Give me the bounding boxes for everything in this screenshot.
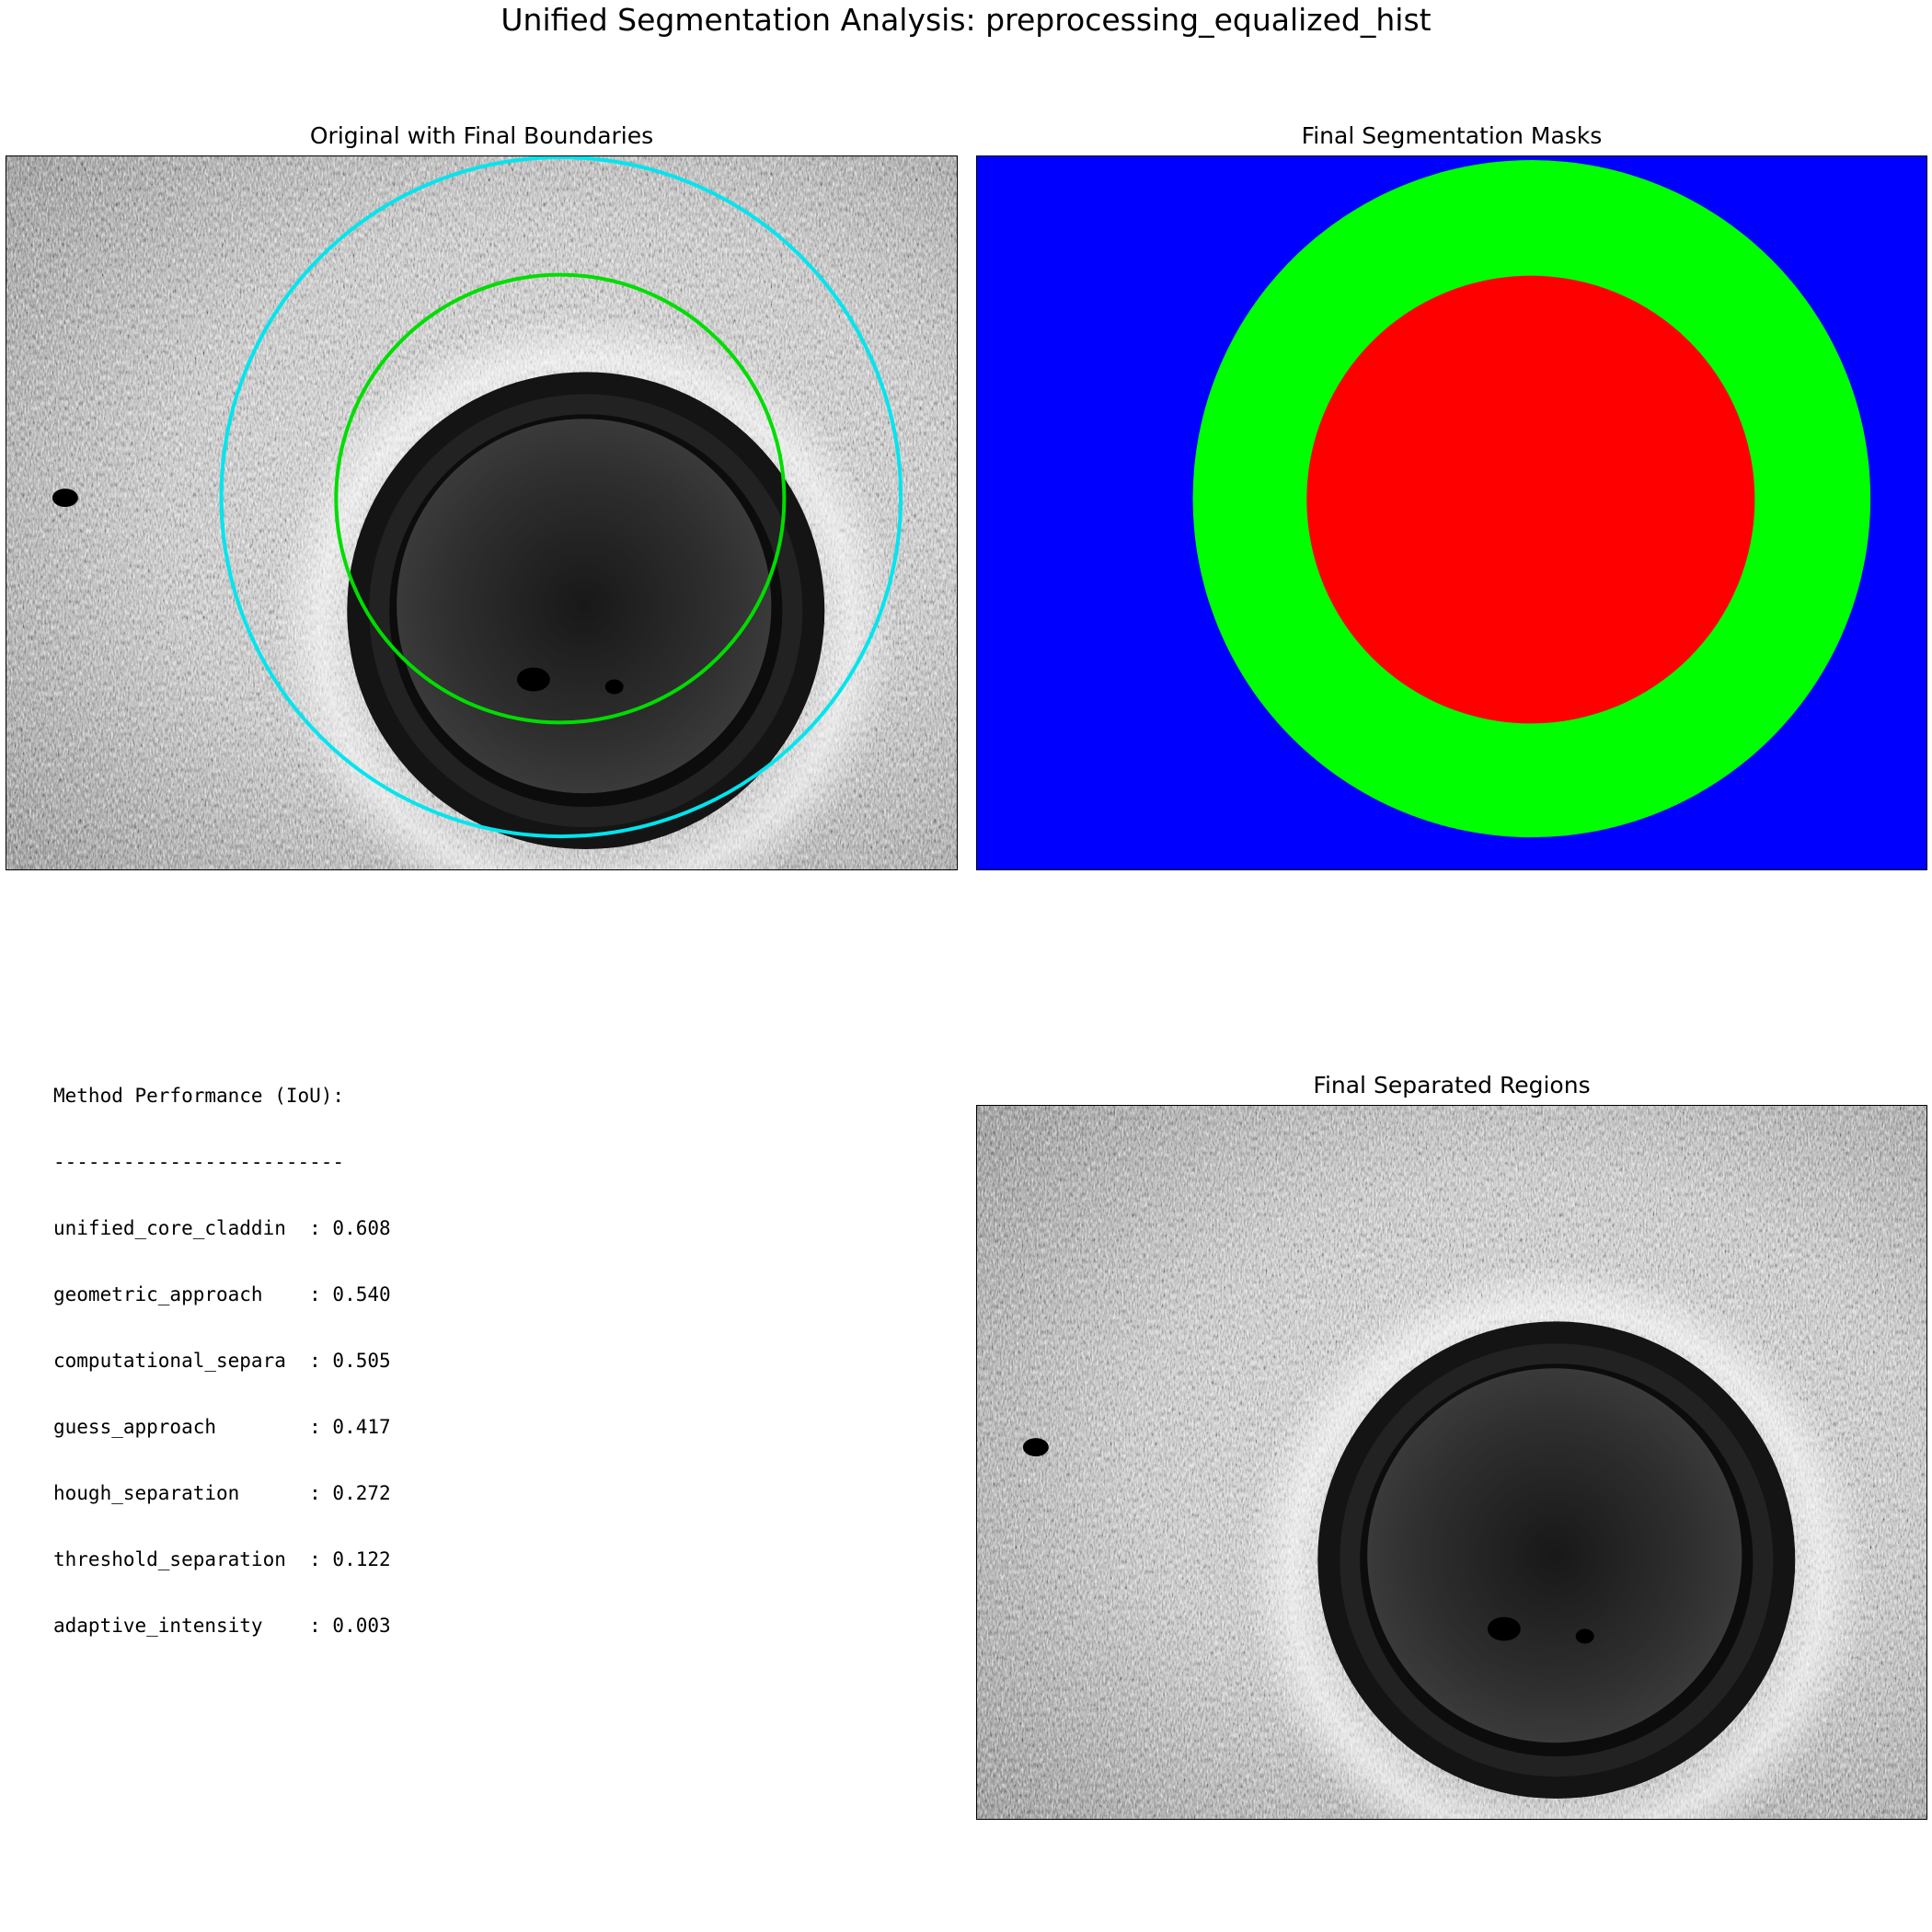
segmentation-mask-image [977, 156, 1926, 869]
separated-regions-panel [976, 1105, 1927, 1820]
segmentation-masks-panel [976, 155, 1927, 870]
performance-row: adaptive_intensity : 0.003 [53, 1615, 391, 1637]
performance-row: threshold_separation : 0.122 [53, 1548, 391, 1570]
separated-regions-image [977, 1106, 1926, 1819]
figure-title: Unified Segmentation Analysis: preproces… [500, 2, 1432, 38]
performance-row: computational_separa : 0.505 [53, 1350, 391, 1372]
performance-heading: Method Performance (IoU): [53, 1085, 345, 1107]
performance-row: geometric_approach : 0.540 [53, 1283, 391, 1305]
separated-panel-title: Final Separated Regions [1313, 1072, 1591, 1098]
performance-row: guess_approach : 0.417 [53, 1416, 391, 1438]
performance-row: hough_separation : 0.272 [53, 1482, 391, 1504]
debris-spot [52, 489, 78, 508]
debris-spot [1022, 1438, 1049, 1457]
original-panel-title: Original with Final Boundaries [309, 122, 654, 149]
original-with-boundaries-panel [6, 155, 958, 870]
performance-row: unified_core_claddin : 0.608 [53, 1217, 391, 1239]
performance-divider: ------------------------- [53, 1151, 345, 1173]
method-performance-table: Method Performance (IoU): --------------… [53, 1041, 391, 1659]
original-image [6, 156, 957, 869]
masks-panel-title: Final Segmentation Masks [1301, 122, 1603, 149]
core-mask [1306, 275, 1755, 724]
